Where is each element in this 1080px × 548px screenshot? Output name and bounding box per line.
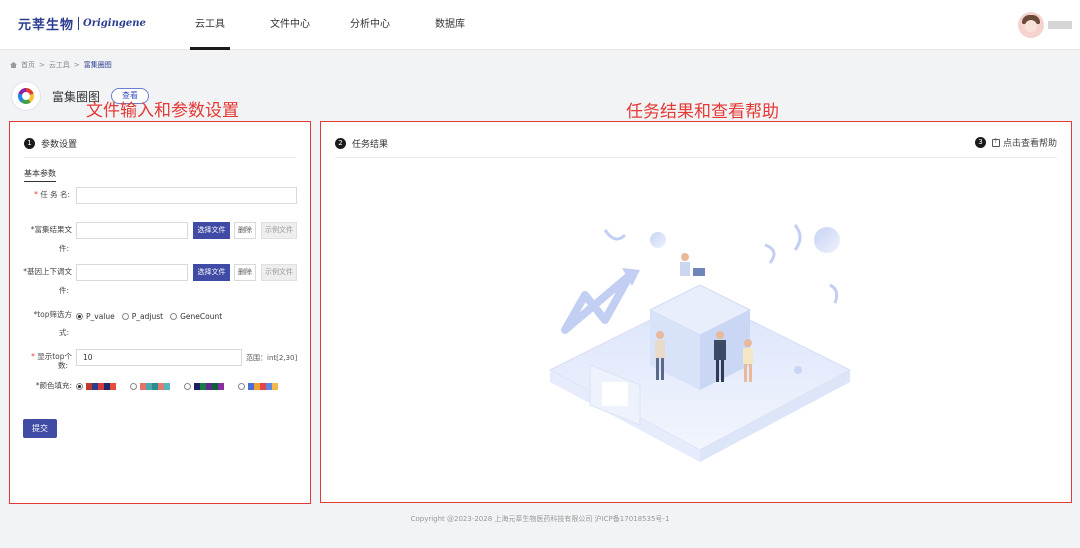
example-gene-file-button[interactable]: 示例文件 [261,264,297,281]
example-enrichment-file-button[interactable]: 示例文件 [261,222,297,239]
radio-button[interactable] [76,313,83,320]
step-number-badge: 2 [335,138,346,149]
delete-gene-file-button[interactable]: 删除 [234,264,256,281]
gene-regulation-file-label: *基因上下调文 [23,267,72,276]
top-filter-label-cont: 式: [58,328,69,337]
select-enrichment-file-button[interactable]: 选择文件 [193,222,230,239]
annotation-input-settings: 文件输入和参数设置 [86,101,239,121]
top-navigation-bar: 元莘生物 Origingene 云工具 文件中心 分析中心 数据库 [0,0,1080,50]
enrichment-file-label-cont: 件: [58,244,69,253]
radio-button[interactable] [170,313,178,320]
task-name-label: * 任 务 名: [34,190,70,199]
annotation-results-help: 任务结果和查看帮助 [626,102,779,122]
delete-enrichment-file-button[interactable]: 删除 [234,222,256,239]
top-count-range-hint: 范围：int[2,30] [246,354,298,362]
nav-file-center[interactable]: 文件中心 [250,0,330,50]
logo-chinese-text: 元莘生物 [18,18,75,33]
color-palette-option[interactable] [184,383,231,390]
top-count-input[interactable]: 10 [76,349,242,366]
nav-database[interactable]: 数据库 [410,0,490,50]
logo-english-text: Origingene [83,18,146,29]
breadcrumb: 首页 > 云工具 > 富集圈图 [10,60,112,70]
task-name-input[interactable] [76,187,297,204]
step-number-badge: 1 [24,138,35,149]
radio-gene-count[interactable]: GeneCount [170,312,222,321]
breadcrumb-home[interactable]: 首页 [21,60,35,70]
nav-analysis-center[interactable]: 分析中心 [330,0,410,50]
breadcrumb-separator: > [39,61,45,69]
gene-regulation-file-input[interactable] [76,264,188,281]
nav-cloud-tools[interactable]: 云工具 [170,0,250,50]
avatar-face [1025,20,1037,32]
panel-header: 2 任务结果 [335,138,1057,158]
radio-button[interactable] [184,383,191,390]
radio-button[interactable] [76,383,83,390]
home-icon [10,62,17,68]
help-link[interactable]: 3 点击查看帮助 [974,136,1057,149]
tool-icon-ring [18,88,34,104]
company-logo[interactable]: 元莘生物 Origingene [18,14,146,33]
radio-p-adjust[interactable]: P_adjust [121,312,163,321]
step-number-badge: 3 [974,137,986,148]
panel-title: 参数设置 [41,140,78,150]
select-gene-file-button[interactable]: 选择文件 [193,264,230,281]
help-link-text[interactable]: 点击查看帮助 [1003,136,1057,149]
color-palette-option[interactable] [76,383,123,390]
radio-button[interactable] [121,313,129,320]
color-palette-radio-group [76,383,292,390]
color-palette-option[interactable] [238,383,285,390]
breadcrumb-cloud-tools[interactable]: 云工具 [49,60,70,70]
panel-title: 任务结果 [352,140,389,150]
help-icon [991,138,1000,147]
breadcrumb-current: 富集圈图 [83,61,112,69]
enrichment-file-label: *富集结果文 [30,225,72,234]
panel-header: 1 参数设置 [24,138,296,158]
user-avatar[interactable] [1018,12,1044,38]
color-swatch [86,383,116,390]
color-swatch [194,383,224,390]
breadcrumb-separator: > [73,61,80,69]
color-palette-option[interactable] [130,383,177,390]
user-name-blurred[interactable] [1048,21,1072,29]
footer-copyright: Copyright @2023-2028 上海元莘生物医药科技有限公司 沪ICP… [410,515,670,523]
main-nav: 云工具 文件中心 分析中心 数据库 [170,0,490,50]
radio-p-value[interactable]: P_value [76,312,115,321]
color-swatch [140,383,170,390]
radio-button[interactable] [130,383,137,390]
top-filter-radio-group: P_value P_adjust GeneCount [76,312,229,321]
logo-divider [78,17,80,30]
top-count-label-cont: 数: [57,361,68,370]
color-swatch [248,383,278,390]
enrichment-circle-tool-icon [11,81,41,111]
empty-state-illustration [548,224,852,462]
radio-button[interactable] [238,383,245,390]
enrichment-file-input[interactable] [76,222,188,239]
color-fill-label: *颜色填充: [35,381,72,390]
tab-basic-params[interactable]: 基本参数 [24,168,56,182]
submit-button[interactable]: 提交 [23,419,57,438]
gene-regulation-file-label-cont: 件: [58,286,69,295]
top-filter-label: *top筛选方 [33,310,72,319]
